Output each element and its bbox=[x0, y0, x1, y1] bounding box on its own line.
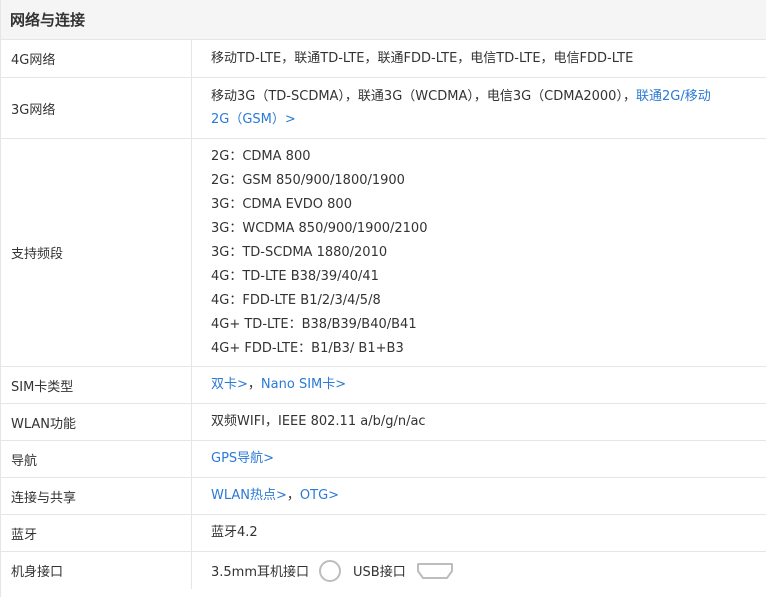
row-label: 支持频段 bbox=[1, 139, 192, 366]
separator: ， bbox=[247, 377, 261, 392]
row-value: WLAN热点>，OTG> bbox=[192, 478, 766, 514]
spec-row-3g-network: 3G网络 移动3G（TD-SCDMA），联通3G（WCDMA），电信3G（CDM… bbox=[1, 78, 766, 139]
band-line: 2G：GSM 850/900/1800/1900 bbox=[211, 172, 405, 188]
section-header: 网络与连接 bbox=[1, 0, 766, 40]
band-line: 4G：TD-LTE B38/39/40/41 bbox=[211, 268, 379, 284]
band-line: 3G：WCDMA 850/900/1900/2100 bbox=[211, 220, 428, 236]
row-label: 连接与共享 bbox=[1, 478, 192, 514]
row-value: 移动3G（TD-SCDMA），联通3G（WCDMA），电信3G（CDMA2000… bbox=[192, 78, 766, 138]
usb-port-label: USB接口 bbox=[353, 565, 406, 580]
spec-row-sim-type: SIM卡类型 双卡>，Nano SIM卡> bbox=[1, 367, 766, 404]
spec-row-4g-network: 4G网络 移动TD-LTE，联通TD-LTE，联通FDD-LTE，电信TD-LT… bbox=[1, 40, 766, 78]
spec-row-navigation: 导航 GPS导航> bbox=[1, 441, 766, 478]
value-text: 移动TD-LTE，联通TD-LTE，联通FDD-LTE，电信TD-LTE，电信F… bbox=[211, 50, 634, 66]
spec-row-wlan: WLAN功能 双频WIFI，IEEE 802.11 a/b/g/n/ac bbox=[1, 404, 766, 441]
spec-row-bluetooth: 蓝牙 蓝牙4.2 bbox=[1, 515, 766, 552]
separator: ， bbox=[286, 488, 300, 503]
row-value: 双卡>，Nano SIM卡> bbox=[192, 367, 766, 403]
row-value: 双频WIFI，IEEE 802.11 a/b/g/n/ac bbox=[192, 404, 766, 440]
row-label: 4G网络 bbox=[1, 40, 192, 77]
value-line: GPS导航> bbox=[211, 447, 766, 471]
band-line: 3G：CDMA EVDO 800 bbox=[211, 196, 352, 212]
row-label: WLAN功能 bbox=[1, 404, 192, 440]
network-connectivity-spec-table: 网络与连接 4G网络 移动TD-LTE，联通TD-LTE，联通FDD-LTE，电… bbox=[0, 0, 766, 597]
row-label: 3G网络 bbox=[1, 78, 192, 138]
value-text: 移动3G（TD-SCDMA），联通3G（WCDMA），电信3G（CDMA2000… bbox=[211, 89, 636, 104]
band-line: 4G+ TD-LTE：B38/B39/B40/B41 bbox=[211, 316, 417, 332]
band-line: 3G：TD-SCDMA 1880/2010 bbox=[211, 244, 388, 260]
row-value: 移动TD-LTE，联通TD-LTE，联通FDD-LTE，电信TD-LTE，电信F… bbox=[192, 40, 766, 77]
link-otg[interactable]: OTG> bbox=[300, 488, 339, 503]
spec-row-connectivity: 连接与共享 WLAN热点>，OTG> bbox=[1, 478, 766, 515]
link-2g-network[interactable]: 联通2G/移动 bbox=[636, 89, 711, 104]
headphone-jack-label: 3.5mm耳机接口 bbox=[211, 565, 310, 580]
band-line: 4G+ FDD-LTE：B1/B3/ B1+B3 bbox=[211, 340, 404, 356]
link-2g-gsm[interactable]: 2G（GSM）> bbox=[211, 112, 296, 127]
headphone-jack-icon bbox=[319, 559, 342, 582]
row-label: 蓝牙 bbox=[1, 515, 192, 551]
row-value: 蓝牙4.2 bbox=[192, 515, 766, 551]
row-label: SIM卡类型 bbox=[1, 367, 192, 403]
link-wlan-hotspot[interactable]: WLAN热点> bbox=[211, 488, 287, 503]
link-dual-sim[interactable]: 双卡> bbox=[211, 377, 248, 392]
band-line: 4G：FDD-LTE B1/2/3/4/5/8 bbox=[211, 292, 381, 308]
link-nano-sim[interactable]: Nano SIM卡> bbox=[261, 377, 346, 392]
link-gps[interactable]: GPS导航> bbox=[211, 451, 274, 466]
ports-line: 3.5mm耳机接口 USB接口 bbox=[211, 559, 766, 583]
row-value: 3.5mm耳机接口 USB接口 bbox=[192, 552, 766, 589]
row-value: GPS导航> bbox=[192, 441, 766, 477]
row-label: 机身接口 bbox=[1, 552, 192, 589]
value-text: 蓝牙4.2 bbox=[211, 525, 258, 540]
value-line: WLAN热点>，OTG> bbox=[211, 484, 766, 508]
section-title: 网络与连接 bbox=[10, 11, 86, 29]
usb-port-icon bbox=[416, 562, 453, 579]
spec-row-ports: 机身接口 3.5mm耳机接口 USB接口 bbox=[1, 552, 766, 589]
value-line-2: 2G（GSM）> bbox=[211, 108, 766, 131]
row-value: 2G：CDMA 800 2G：GSM 850/900/1800/1900 3G：… bbox=[192, 139, 766, 366]
value-line: 双卡>，Nano SIM卡> bbox=[211, 373, 766, 397]
band-line: 2G：CDMA 800 bbox=[211, 148, 311, 164]
value-text: 双频WIFI，IEEE 802.11 a/b/g/n/ac bbox=[211, 414, 426, 429]
row-label: 导航 bbox=[1, 441, 192, 477]
value-line-1: 移动3G（TD-SCDMA），联通3G（WCDMA），电信3G（CDMA2000… bbox=[211, 85, 766, 108]
spec-row-bands: 支持频段 2G：CDMA 800 2G：GSM 850/900/1800/190… bbox=[1, 139, 766, 367]
